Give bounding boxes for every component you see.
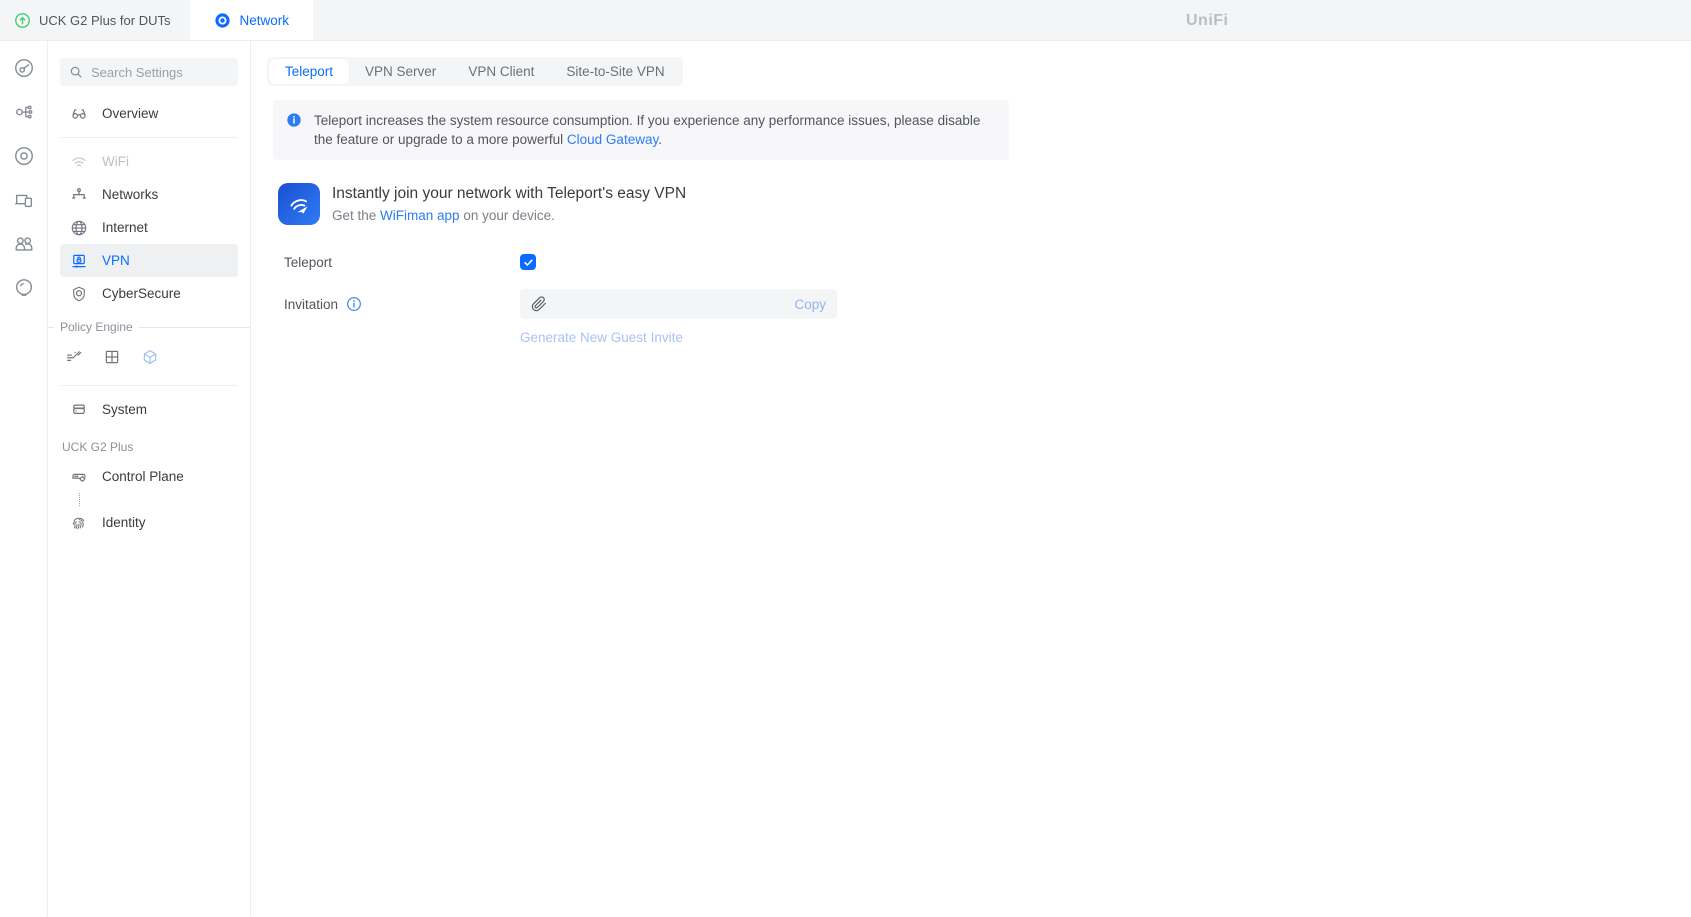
site-status-icon [14, 12, 31, 29]
unifi-devices-icon[interactable] [13, 145, 35, 167]
admins-icon[interactable] [13, 233, 35, 255]
vpn-tabs: Teleport VPN Server VPN Client Site-to-S… [267, 57, 683, 86]
networks-icon [70, 186, 88, 204]
sidebar-item-label: Overview [102, 106, 159, 121]
search-icon [69, 65, 83, 79]
teleport-label: Teleport [284, 254, 333, 270]
wifi-icon [70, 153, 88, 171]
teleport-info-banner: Teleport increases the system resource c… [273, 100, 1009, 160]
invitation-link-field[interactable]: Copy [520, 289, 837, 319]
binoculars-icon [70, 105, 88, 123]
sidebar-item-identity[interactable]: Identity [60, 506, 238, 539]
sidebar-item-internet[interactable]: Internet [60, 211, 238, 244]
icon-rail [0, 41, 48, 917]
invitation-row: Invitation Copy [284, 289, 1691, 319]
sidebar-item-system[interactable]: System [60, 393, 238, 426]
invitation-label: Invitation [284, 296, 520, 312]
policy-engine-section-label: Policy Engine [48, 320, 250, 334]
top-bar: UCK G2 Plus for DUTs Network [0, 0, 1691, 41]
sidebar-item-label: CyberSecure [102, 286, 181, 301]
search-input[interactable] [91, 64, 231, 80]
sidebar-item-cybersecure[interactable]: CyberSecure [60, 277, 238, 310]
policy-engine-icons [60, 344, 238, 378]
teleport-toggle-row: Teleport [284, 252, 1691, 272]
sidebar-item-overview[interactable]: Overview [60, 97, 238, 130]
copy-button[interactable]: Copy [794, 297, 826, 312]
invitation-info-icon[interactable] [346, 296, 362, 312]
tab-site-to-site-vpn[interactable]: Site-to-Site VPN [550, 59, 680, 84]
network-app-label: Network [239, 12, 289, 28]
tree-connector [79, 493, 238, 506]
teleport-form: Teleport Invitation Copy Generate New Gu… [251, 252, 1691, 347]
info-icon [286, 112, 302, 128]
cube-icon[interactable] [141, 348, 159, 366]
grid-icon[interactable] [103, 348, 121, 366]
topology-icon[interactable] [13, 101, 35, 123]
teleport-checkbox[interactable] [520, 254, 536, 270]
network-app-icon [214, 12, 231, 29]
settings-sidebar: Overview WiFi Networks Internet VPN Cybe… [48, 41, 251, 917]
insights-icon[interactable] [13, 277, 35, 299]
teleport-card-subtitle: Get the WiFiman app on your device. [332, 208, 555, 223]
sidebar-item-wifi[interactable]: WiFi [60, 145, 238, 178]
wifiman-app-link[interactable]: WiFiman app [380, 208, 460, 223]
sidebar-item-label: Control Plane [102, 469, 184, 484]
cloud-gateway-link[interactable]: Cloud Gateway [567, 132, 658, 147]
sidebar-item-label: Networks [102, 187, 159, 202]
sidebar-item-label: WiFi [102, 154, 129, 169]
settings-search[interactable] [60, 58, 238, 86]
generate-guest-invite-link[interactable]: Generate New Guest Invite [520, 330, 683, 345]
sidebar-item-label: Internet [102, 220, 148, 235]
main-content: Teleport VPN Server VPN Client Site-to-S… [251, 41, 1691, 917]
client-devices-icon[interactable] [13, 189, 35, 211]
device-section-label: UCK G2 Plus [62, 440, 134, 454]
vpn-icon [70, 252, 88, 270]
banner-text-end: . [658, 132, 662, 147]
site-tab-label: UCK G2 Plus for DUTs [39, 12, 171, 28]
teleport-card-title: Instantly join your network with Telepor… [332, 185, 687, 202]
globe-icon [70, 219, 88, 237]
sidebar-item-vpn[interactable]: VPN [60, 244, 238, 277]
dashboard-icon[interactable] [13, 57, 35, 79]
network-app-tab[interactable]: Network [190, 0, 313, 40]
sidebar-item-label: System [102, 402, 148, 417]
sidebar-item-label: Identity [102, 515, 146, 530]
tab-teleport[interactable]: Teleport [269, 59, 350, 84]
wifiman-app-icon [278, 183, 320, 225]
magic-wand-icon[interactable] [65, 348, 83, 366]
fingerprint-icon [70, 514, 88, 532]
divider [48, 326, 54, 328]
system-icon [70, 401, 88, 419]
sidebar-divider [60, 385, 238, 386]
sidebar-item-label: VPN [102, 253, 130, 268]
teleport-card: Instantly join your network with Telepor… [278, 183, 1691, 225]
tab-vpn-server[interactable]: VPN Server [349, 59, 452, 84]
control-plane-icon [70, 468, 88, 486]
divider [138, 326, 250, 328]
unifi-logo: UniFi [1186, 11, 1229, 29]
teleport-card-text: Instantly join your network with Telepor… [332, 185, 686, 223]
paperclip-icon [531, 296, 547, 312]
tab-vpn-client[interactable]: VPN Client [452, 59, 550, 84]
sidebar-item-networks[interactable]: Networks [60, 178, 238, 211]
sidebar-item-control-plane[interactable]: Control Plane [60, 460, 238, 493]
sidebar-divider [60, 137, 238, 138]
shield-icon [70, 285, 88, 303]
site-tab[interactable]: UCK G2 Plus for DUTs [0, 0, 190, 40]
